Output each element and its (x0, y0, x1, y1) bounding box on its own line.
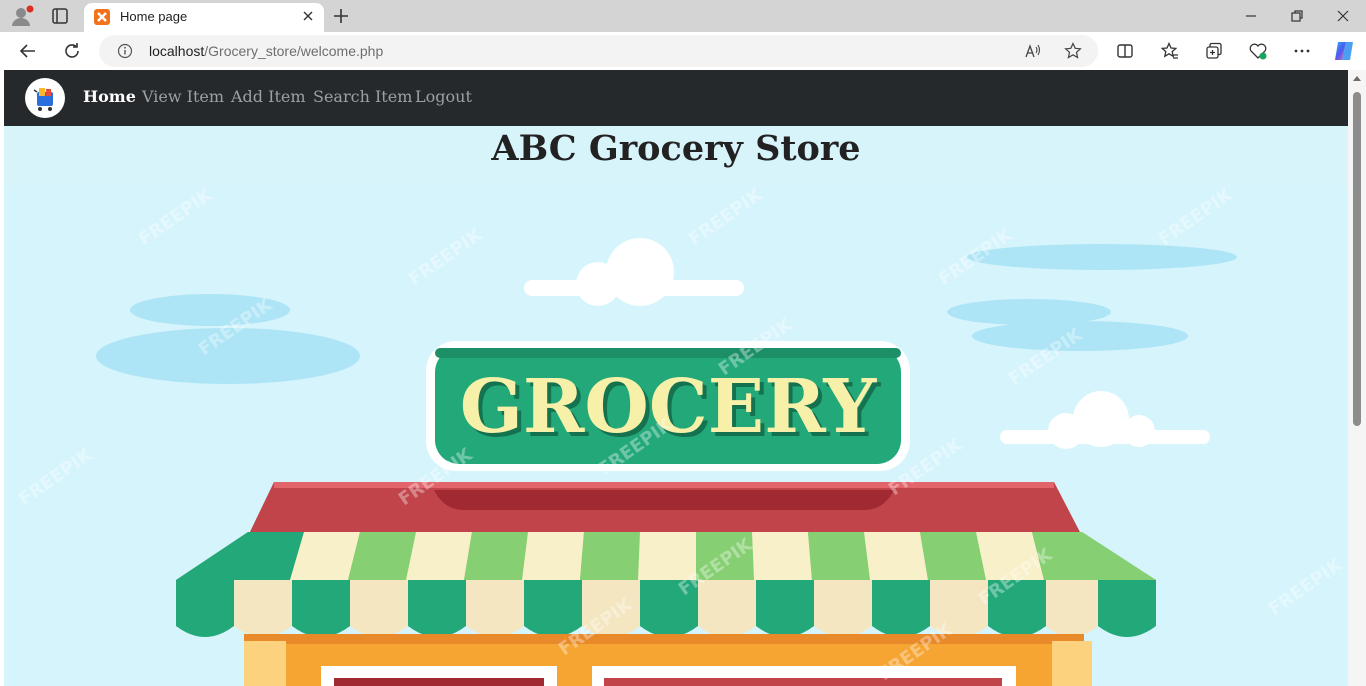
nav-home[interactable]: Home (83, 87, 136, 106)
collections-icon[interactable] (1204, 41, 1224, 61)
restore-icon[interactable] (1287, 6, 1307, 26)
scroll-thumb[interactable] (1353, 92, 1361, 426)
more-options-icon[interactable] (1292, 41, 1312, 61)
address-bar[interactable]: localhost/Grocery_store/welcome.php (99, 35, 1098, 67)
nav-logout[interactable]: Logout (415, 87, 472, 106)
close-icon[interactable] (300, 8, 316, 24)
scroll-up-arrow-icon[interactable] (1353, 76, 1361, 81)
browser-tab[interactable]: Home page (84, 3, 324, 32)
awning (176, 482, 1156, 637)
nav-search-item[interactable]: Search Item (313, 87, 412, 106)
nav-view-item[interactable]: View Item (142, 87, 224, 106)
window-close-icon[interactable] (1333, 6, 1353, 26)
star-icon[interactable] (1064, 42, 1082, 60)
sign-text: GROCERY (460, 364, 878, 450)
page-viewport: Home View Item Add Item Search Item Logo… (4, 70, 1348, 686)
read-aloud-icon[interactable] (1024, 42, 1042, 60)
tab-actions-icon[interactable] (50, 6, 70, 26)
profile-icon[interactable] (10, 5, 34, 27)
page-title: ABC Grocery Store (491, 128, 861, 169)
browser-toolbar: localhost/Grocery_store/welcome.php (0, 32, 1366, 70)
copilot-icon[interactable] (1332, 39, 1356, 63)
site-navbar: Home View Item Add Item Search Item Logo… (4, 70, 1348, 126)
page-scrollbar[interactable] (1348, 70, 1366, 686)
favorites-icon[interactable] (1160, 41, 1180, 61)
info-icon[interactable] (117, 43, 133, 59)
split-screen-icon[interactable] (1115, 41, 1135, 61)
url-path: /Grocery_store/welcome.php (204, 43, 384, 59)
new-tab-icon[interactable] (331, 6, 351, 26)
tab-title: Home page (120, 9, 188, 24)
grocery-store-illustration: GROCERY GROCERY FREEPIK FREEPIK FREEPIK … (4, 184, 1348, 686)
shop-front (244, 634, 1092, 686)
browser-essentials-icon[interactable] (1248, 41, 1268, 61)
xampp-icon (94, 9, 110, 25)
url-text[interactable]: localhost/Grocery_store/welcome.php (149, 43, 383, 59)
back-arrow-icon[interactable] (18, 41, 38, 61)
url-host: localhost (149, 43, 205, 59)
tab-bar: Home page (0, 0, 1366, 32)
nav-add-item[interactable]: Add Item (231, 87, 306, 106)
minimize-icon[interactable] (1241, 6, 1261, 26)
store-logo[interactable] (25, 78, 65, 118)
refresh-icon[interactable] (62, 41, 82, 61)
